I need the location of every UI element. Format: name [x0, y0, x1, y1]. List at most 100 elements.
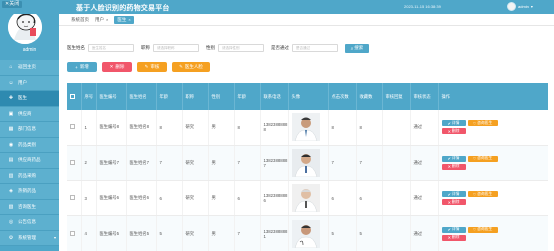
sidebar-item-consult[interactable]: ▧ 咨询医生 — [0, 199, 59, 215]
audit-label: 审核 — [150, 64, 160, 69]
doctor-photo[interactable] — [291, 219, 320, 248]
plus-icon: + — [75, 64, 78, 70]
table-cell: 医生编号7 — [96, 145, 127, 182]
consult-button[interactable]: ♡ 咨询医生 — [467, 155, 498, 162]
row-select-cell[interactable] — [67, 180, 82, 217]
tab-doctor[interactable]: 医生 × — [114, 15, 134, 24]
consult-label: 咨询医生 — [477, 120, 493, 125]
consult-icon: ▧ — [8, 203, 14, 210]
table-cell: 6 — [234, 180, 261, 217]
table-cell: 13823888886 — [260, 180, 289, 217]
sidebar-item-user[interactable]: ☺ 用户 — [0, 75, 59, 91]
tab-user[interactable]: 用户 × — [95, 17, 108, 23]
row-checkbox[interactable] — [70, 195, 75, 201]
table-cell: 8 — [234, 110, 261, 146]
consult-button[interactable]: ♡ 咨询医生 — [467, 191, 498, 198]
sidebar-item-department[interactable]: ▦ 部门信息 — [0, 122, 59, 138]
column-header: 序号 — [81, 83, 97, 110]
delete-row-button[interactable]: ✕ 删除 — [441, 163, 466, 170]
add-button[interactable]: + 新增 — [67, 62, 97, 72]
table-cell: 4 — [81, 215, 97, 251]
sidebar-item-hot-drugs[interactable]: ◈ 热销药品 — [0, 184, 59, 200]
action-bar: + 新增 ✕ 删除 ✎ 审核 ✎ 医生人脸 — [67, 62, 210, 72]
row-select-cell[interactable] — [67, 110, 82, 146]
sidebar-item-label: 公告信息 — [18, 219, 36, 225]
view-button[interactable]: ✔ 详情 — [441, 155, 466, 162]
consult-button[interactable]: ♡ 咨询医生 — [467, 120, 498, 127]
table-cell: 7 — [328, 145, 357, 182]
purchase-icon: ▥ — [8, 172, 14, 179]
photo-cell — [288, 145, 329, 182]
table-cell: 6 — [328, 180, 357, 217]
column-header: 性别 — [208, 83, 235, 110]
sidebar-item-purchase[interactable]: ▥ 药品采购 — [0, 168, 59, 184]
consult-button[interactable]: ♡ 咨询医生 — [467, 226, 498, 233]
pill-icon: ◉ — [8, 141, 14, 148]
select-all-cell[interactable] — [67, 83, 82, 110]
sidebar-item-settings[interactable]: ⚙ 系统管理 ▾ — [0, 230, 59, 246]
column-header: 联系电话 — [260, 83, 289, 110]
table-cell: 医生编号5 — [96, 215, 127, 251]
delete-button[interactable]: ✕ 删除 — [102, 62, 132, 72]
doctor-icon: ✚ — [8, 95, 14, 102]
row-select-cell[interactable] — [67, 215, 82, 251]
sidebar-item-label: 医生 — [18, 95, 27, 101]
column-header: 审核回复 — [382, 83, 411, 110]
row-checkbox[interactable] — [70, 124, 75, 130]
tab-home[interactable]: 系统首页 — [71, 17, 89, 23]
sidebar-item-notice[interactable]: ◎ 公告信息 — [0, 215, 59, 231]
delete-row-button[interactable]: ✕ 删除 — [441, 234, 466, 241]
ops-cell: ✔ 详情 ♡ 咨询医生 ✕ 删除 — [438, 110, 548, 146]
view-label: 详情 — [451, 120, 460, 125]
table-cell: 医生姓名6 — [126, 180, 157, 217]
sidebar-item-supplier-drugs[interactable]: ▤ 供应商药品 — [0, 153, 59, 169]
table-cell: 8 — [356, 110, 383, 146]
table-row: 2 医生编号7 医生姓名7 7 研究 男 7 13823888887 7 7 通… — [67, 145, 548, 182]
view-button[interactable]: ✔ 详情 — [441, 191, 466, 198]
sidebar-item-supplier[interactable]: ▣ 供应商 — [0, 106, 59, 122]
close-sidebar-button[interactable]: ✕关闭 — [2, 1, 23, 8]
notice-icon: ◎ — [8, 219, 14, 226]
title-select[interactable]: 请选择职称 — [153, 44, 199, 52]
sidebar-menu: ⌂ 返回主页 ☺ 用户 ✚ 医生 ▣ 供应商 ▦ 部门信息 ◉ 药品类别 ▤ 供应商药品 ▥ 药… — [0, 60, 59, 246]
doctor-photo[interactable] — [291, 184, 320, 213]
table-cell: 男 — [208, 215, 235, 251]
select-all-checkbox[interactable] — [70, 93, 75, 99]
table-cell: 研究 — [182, 215, 209, 251]
view-label: 详情 — [451, 227, 460, 232]
table-cell: 6 — [156, 180, 183, 217]
delete-row-button[interactable]: ✕ 删除 — [441, 128, 466, 135]
delete-row-button[interactable]: ✕ 删除 — [441, 199, 466, 206]
close-icon[interactable]: × — [106, 17, 108, 22]
close-icon[interactable]: × — [128, 17, 130, 22]
search-button[interactable]: ⌕ 搜索 — [345, 43, 369, 53]
view-button[interactable]: ✔ 详情 — [441, 226, 466, 233]
doctor-photo[interactable] — [291, 113, 320, 142]
audit-button[interactable]: ✎ 审核 — [137, 62, 167, 72]
table-cell: 男 — [208, 110, 235, 146]
table-row: 3 医生编号6 医生姓名6 6 研究 男 6 13823888886 6 6 通… — [67, 180, 548, 217]
gender-select[interactable]: 请选择性别 — [218, 44, 264, 52]
view-button[interactable]: ✔ 详情 — [441, 120, 466, 127]
user-menu[interactable]: admin ▾ — [507, 2, 533, 11]
doctor-photo[interactable] — [291, 148, 320, 177]
row-select-cell[interactable] — [67, 145, 82, 182]
table-cell: 5 — [328, 215, 357, 251]
edit-icon: ✎ — [144, 64, 149, 69]
table-cell: 医生姓名8 — [126, 110, 157, 146]
face-button[interactable]: ✎ 医生人脸 — [172, 62, 210, 72]
row-checkbox[interactable] — [70, 230, 75, 236]
home-icon: ⌂ — [9, 64, 13, 71]
user-name: admin — [518, 4, 529, 9]
close-icon: ✕ — [109, 64, 114, 69]
sidebar-item-home[interactable]: ⌂ 返回主页 — [0, 60, 59, 76]
search-label-pass: 是否通过 — [271, 45, 289, 50]
delete-label: 删除 — [115, 64, 125, 69]
table-cell: 8 — [156, 110, 183, 146]
sidebar-item-drug-category[interactable]: ◉ 药品类别 — [0, 137, 59, 153]
sidebar-item-doctor[interactable]: ✚ 医生 — [0, 91, 59, 107]
pass-select[interactable]: 是否通过 — [292, 44, 338, 52]
search-label-title: 职称 — [141, 45, 150, 50]
doctor-name-input[interactable]: 医生姓名 — [88, 44, 134, 52]
row-checkbox[interactable] — [70, 159, 75, 165]
